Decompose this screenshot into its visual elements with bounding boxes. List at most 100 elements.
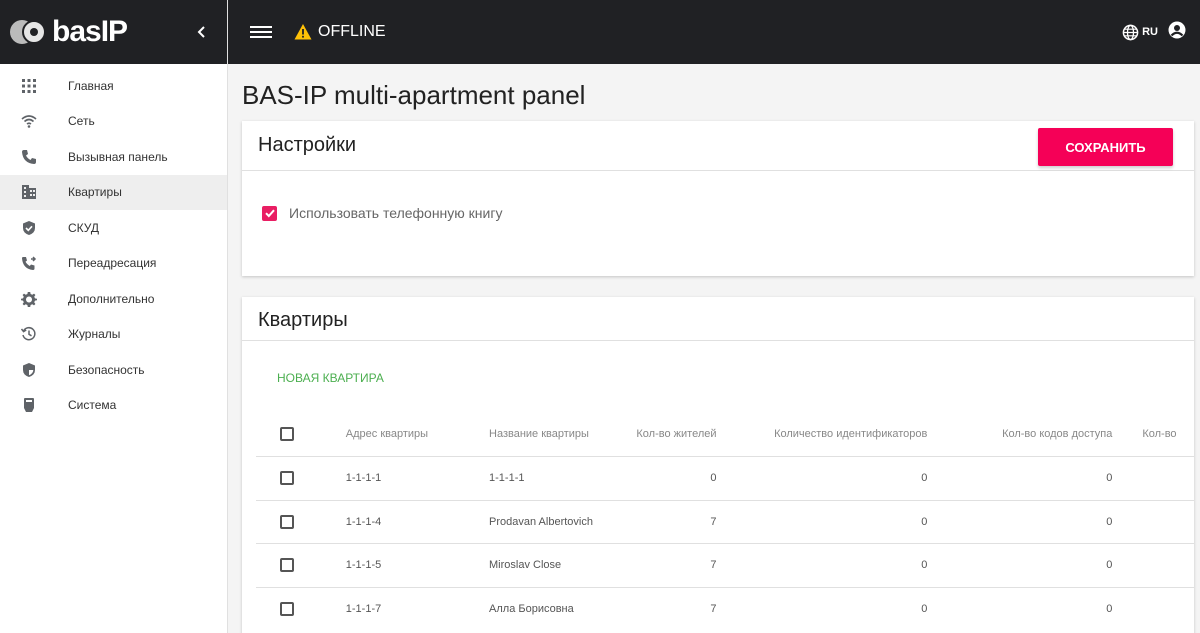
logo-text: basIP [52, 15, 128, 48]
settings-card-header: Настройки СОХРАНИТЬ [242, 121, 1194, 171]
column-header[interactable]: Кол-во кодов доступа [955, 428, 1134, 440]
access-codes-count: 0 [1106, 472, 1113, 485]
row-checkbox[interactable] [280, 558, 294, 573]
sidebar-item-label: Вызывная панель [68, 149, 168, 164]
language-code: RU [1142, 26, 1158, 38]
chevron-left-icon [197, 26, 205, 38]
access-codes-count: 0 [1106, 515, 1113, 528]
apartments-table: Адрес квартиры Название квартиры Кол-во … [256, 412, 1194, 630]
status-text: OFFLINE [318, 23, 386, 40]
identifiers-count: 0 [921, 559, 928, 572]
menu-button[interactable] [250, 23, 272, 41]
globe-icon [1122, 24, 1139, 40]
apps-icon [0, 78, 60, 94]
menu-icon [250, 26, 272, 28]
security-icon [0, 362, 60, 378]
access-codes-count: 0 [1106, 602, 1113, 615]
sidebar: basIP Главная Сеть Вызывная панель Кварт… [0, 0, 228, 633]
sidebar-item-label: Безопасность [68, 362, 145, 377]
apartments-card: Квартиры НОВАЯ КВАРТИРА Адрес квартиры Н… [242, 297, 1194, 633]
logo-bar: basIP [0, 0, 227, 64]
sidebar-item-call-panel[interactable]: Вызывная панель [0, 139, 227, 175]
apartment-name: Miroslav Close [489, 559, 562, 572]
table-row[interactable]: 1-1-1-4 Prodavan Albertovich 7 0 0 [256, 499, 1194, 544]
sidebar-item-logs[interactable]: Журналы [0, 317, 227, 353]
settings-title: Настройки [258, 134, 357, 156]
check-icon [264, 209, 275, 218]
residents-count: 7 [710, 515, 717, 528]
top-bar: OFFLINE RU [228, 0, 1200, 64]
table-header-row: Адрес квартиры Название квартиры Кол-во … [256, 412, 1194, 456]
row-checkbox[interactable] [280, 514, 294, 529]
column-header[interactable]: Кол-во [1134, 428, 1194, 440]
collapse-sidebar-button[interactable] [190, 0, 214, 64]
sidebar-item-access-control[interactable]: СКУД [0, 210, 227, 246]
top-right-controls: RU [1122, 0, 1186, 64]
device-icon [0, 397, 60, 413]
sidebar-item-system[interactable]: Система [0, 388, 227, 424]
main-content: BAS-IP multi-apartment panel Настройки С… [228, 64, 1200, 633]
apartments-card-header: Квартиры [242, 297, 1194, 341]
phonebook-option[interactable]: Использовать телефонную книгу [262, 205, 502, 221]
logo-icon [10, 19, 48, 45]
language-selector[interactable]: RU [1122, 24, 1158, 41]
user-menu-button[interactable] [1168, 21, 1186, 44]
residents-count: 0 [710, 472, 717, 485]
apartment-address: 1-1-1-1 [345, 472, 382, 485]
identifiers-count: 0 [921, 602, 928, 615]
sidebar-item-label: Система [68, 398, 117, 413]
sidebar-item-label: Квартиры [68, 185, 122, 200]
sidebar-item-network[interactable]: Сеть [0, 104, 227, 140]
apartment-name: Prodavan Albertovich [489, 515, 593, 528]
table-row[interactable]: 1-1-1-7 Алла Борисовна 7 0 0 [256, 586, 1194, 631]
sidebar-item-advanced[interactable]: Дополнительно [0, 281, 227, 317]
apartment-address: 1-1-1-5 [345, 559, 382, 572]
apartments-title: Квартиры [258, 309, 348, 331]
history-icon [0, 326, 60, 342]
row-checkbox[interactable] [280, 471, 294, 486]
sidebar-item-label: Дополнительно [68, 291, 155, 306]
column-header[interactable]: Адрес квартиры [316, 428, 458, 440]
column-header[interactable]: Кол-во жителей [607, 428, 756, 440]
identifiers-count: 0 [921, 472, 928, 485]
sidebar-item-home[interactable]: Главная [0, 68, 227, 104]
phonebook-label: Использовать телефонную книгу [289, 205, 503, 221]
identifiers-count: 0 [921, 515, 928, 528]
residents-count: 7 [710, 559, 717, 572]
sidebar-item-label: Сеть [68, 114, 95, 129]
gear-icon [0, 291, 60, 307]
apartment-name: 1-1-1-1 [489, 472, 525, 485]
sidebar-item-label: Переадресация [68, 256, 157, 271]
phonebook-checkbox[interactable] [262, 205, 277, 221]
warning-icon [294, 24, 312, 40]
wifi-icon [0, 113, 60, 129]
shield-check-icon [0, 220, 60, 236]
save-button[interactable]: СОХРАНИТЬ [1038, 128, 1173, 166]
apartment-address: 1-1-1-4 [345, 515, 382, 528]
table-row[interactable]: 1-1-1-1 1-1-1-1 0 0 0 [256, 456, 1194, 500]
account-icon [1168, 21, 1186, 38]
phone-icon [0, 149, 60, 165]
sidebar-nav: Главная Сеть Вызывная панель Квартиры СК… [0, 64, 227, 423]
settings-card: Настройки СОХРАНИТЬ Использовать телефон… [242, 121, 1194, 276]
sidebar-item-label: СКУД [68, 220, 100, 235]
connection-status: OFFLINE [294, 23, 386, 41]
column-header[interactable]: Название квартиры [458, 428, 607, 440]
sidebar-item-label: Главная [68, 78, 114, 93]
access-codes-count: 0 [1106, 559, 1113, 572]
sidebar-item-apartments[interactable]: Квартиры [0, 174, 227, 210]
sidebar-item-label: Журналы [68, 327, 121, 342]
building-icon [0, 184, 60, 200]
sidebar-item-forwarding[interactable]: Переадресация [0, 246, 227, 282]
sidebar-item-security[interactable]: Безопасность [0, 352, 227, 388]
residents-count: 7 [710, 602, 717, 615]
table-row[interactable]: 1-1-1-5 Miroslav Close 7 0 0 [256, 543, 1194, 587]
column-header[interactable]: Количество идентификаторов [757, 428, 956, 440]
page-title: BAS-IP multi-apartment panel [242, 80, 586, 110]
row-checkbox[interactable] [280, 601, 294, 616]
apartment-name: Алла Борисовна [489, 602, 574, 615]
new-apartment-button[interactable]: НОВАЯ КВАРТИРА [277, 371, 384, 385]
apartment-address: 1-1-1-7 [345, 602, 382, 615]
phone-forward-icon [0, 255, 60, 271]
select-all-checkbox[interactable] [280, 427, 294, 441]
